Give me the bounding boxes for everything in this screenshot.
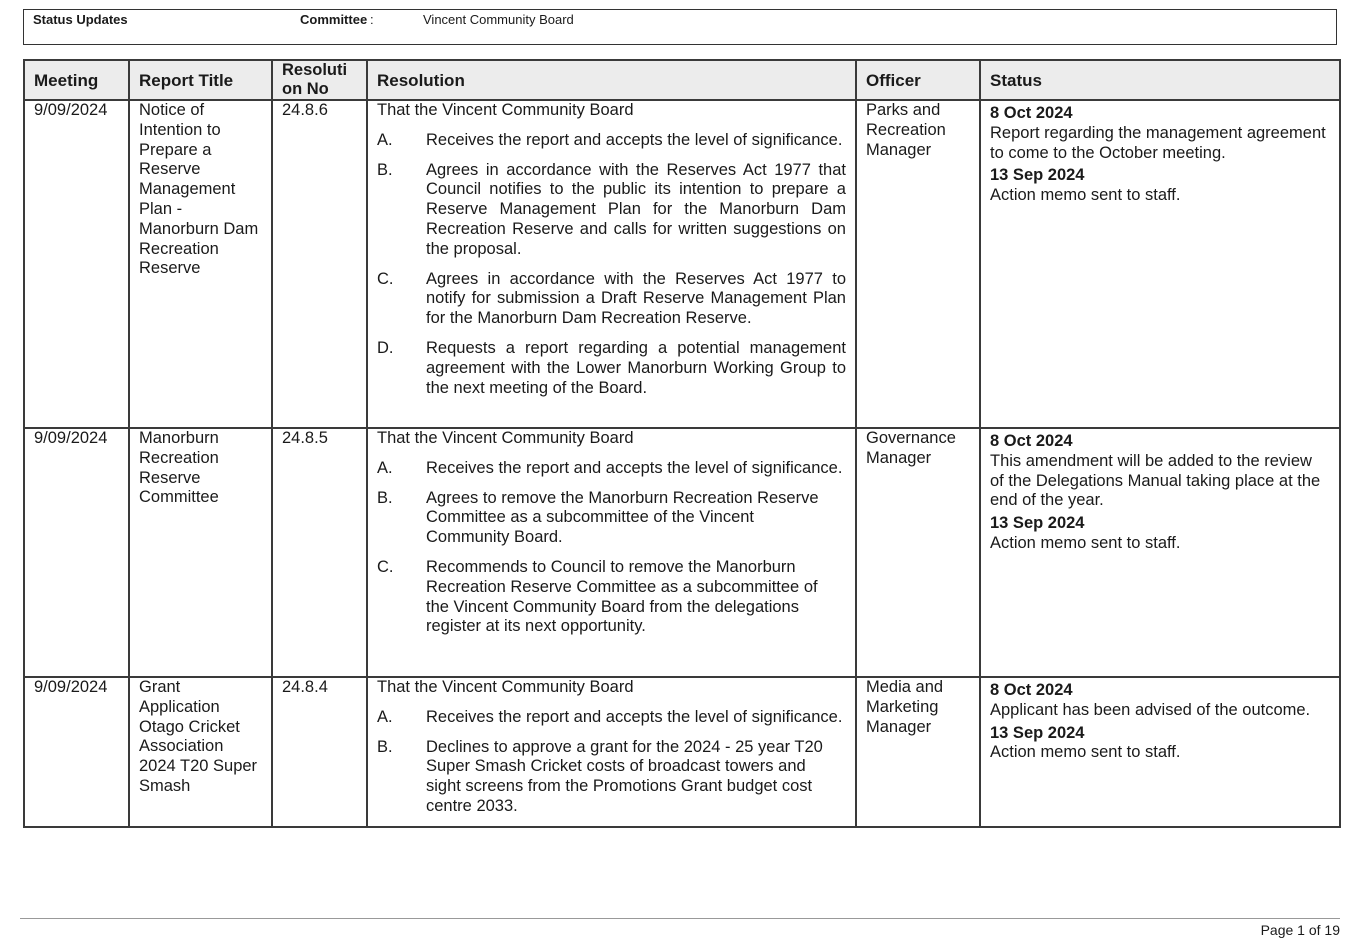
status-text: This amendment will be added to the revi… [990,451,1321,510]
status-cell: 8 Oct 2024 Report regarding the manageme… [979,99,1341,429]
resolution-item: C. Agrees in accordance with the Reserves… [377,269,846,328]
status-text: Action memo sent to staff. [990,186,1181,205]
status-date: 8 Oct 2024 [990,432,1073,450]
meeting-date: 9/09/2024 [23,99,130,429]
col-meeting: Meeting [23,59,130,101]
status-updates-label: Status Updates [33,12,128,27]
resolution-cell: That the Vincent Community Board A. Recei… [366,676,857,828]
status-date: 13 Sep 2024 [990,166,1085,185]
resolution-item: C. Recommends to Council to remove the Ma… [377,557,818,636]
officer: Governance Manager [855,427,981,678]
resolution-cell: That the Vincent Community Board A. Recei… [366,427,857,678]
meeting-date: 9/09/2024 [23,427,130,678]
resolution-intro: That the Vincent Community Board [377,678,634,696]
document-header: Status Updates Committee : Vincent Commu… [23,9,1337,45]
table-row: 9/09/2024 Manorburn Recreation Reserve C… [23,427,1341,678]
table-row: 9/09/2024 Grant Application Otago Cricke… [23,676,1341,828]
resolution-number: 24.8.6 [271,99,368,429]
status-text: Action memo sent to staff. [990,743,1181,762]
col-status: Status [979,59,1341,101]
committee-label: Committee [300,12,368,27]
resolution-intro: That the Vincent Community Board [377,101,634,119]
status-cell: 8 Oct 2024 Applicant has been advised of… [979,676,1341,828]
page-number: Page 1 of 19 [1260,922,1340,938]
meeting-date: 9/09/2024 [23,676,130,828]
resolution-item: B. Agrees in accordance with the Reserves… [377,160,846,258]
committee-name: Vincent Community Board [423,12,574,27]
status-cell: 8 Oct 2024 This amendment will be added … [979,427,1341,678]
status-text: Report regarding the management agreemen… [990,123,1326,162]
status-date: 8 Oct 2024 [990,681,1073,699]
resolution-item: A. Receives the report and accepts the le… [377,130,843,149]
report-title: Grant Application Otago Cricket Associat… [128,676,273,828]
status-text: Action memo sent to staff. [990,533,1181,552]
resolution-number: 24.8.5 [271,427,368,678]
col-resolution-no: Resoluti on No [271,59,368,101]
resolution-intro: That the Vincent Community Board [377,429,634,447]
table-row: 9/09/2024 Notice of Intention to Prepare… [23,99,1341,429]
footer-divider [20,918,1340,919]
status-text: Applicant has been advised of the outcom… [990,700,1311,719]
committee-colon: : [370,12,374,27]
resolution-cell: That the Vincent Community Board A. Recei… [366,99,857,429]
resolution-item: B. Declines to approve a grant for the 20… [377,737,823,815]
status-table: Meeting Report Title Resoluti on No Reso… [23,59,1341,828]
report-title: Manorburn Recreation Reserve Committee [128,427,273,678]
status-date: 8 Oct 2024 [990,104,1073,122]
officer: Media and Marketing Manager [855,676,981,828]
col-report-title: Report Title [128,59,273,101]
resolution-item: D. Requests a report regarding a potentia… [377,338,846,397]
resolution-item: A. Receives the report and accepts the le… [377,707,843,726]
status-date: 13 Sep 2024 [990,723,1085,742]
resolution-item: B. Agrees to remove the Manorburn Recreat… [377,488,819,547]
report-title: Notice of Intention to Prepare a Reserve… [128,99,273,429]
col-resolution: Resolution [366,59,857,101]
table-header-row: Meeting Report Title Resoluti on No Reso… [23,59,1341,101]
status-date: 13 Sep 2024 [990,514,1085,533]
resolution-item: A. Receives the report and accepts the le… [377,458,843,477]
officer: Parks and Recreation Manager [855,99,981,429]
col-officer: Officer [855,59,981,101]
resolution-number: 24.8.4 [271,676,368,828]
